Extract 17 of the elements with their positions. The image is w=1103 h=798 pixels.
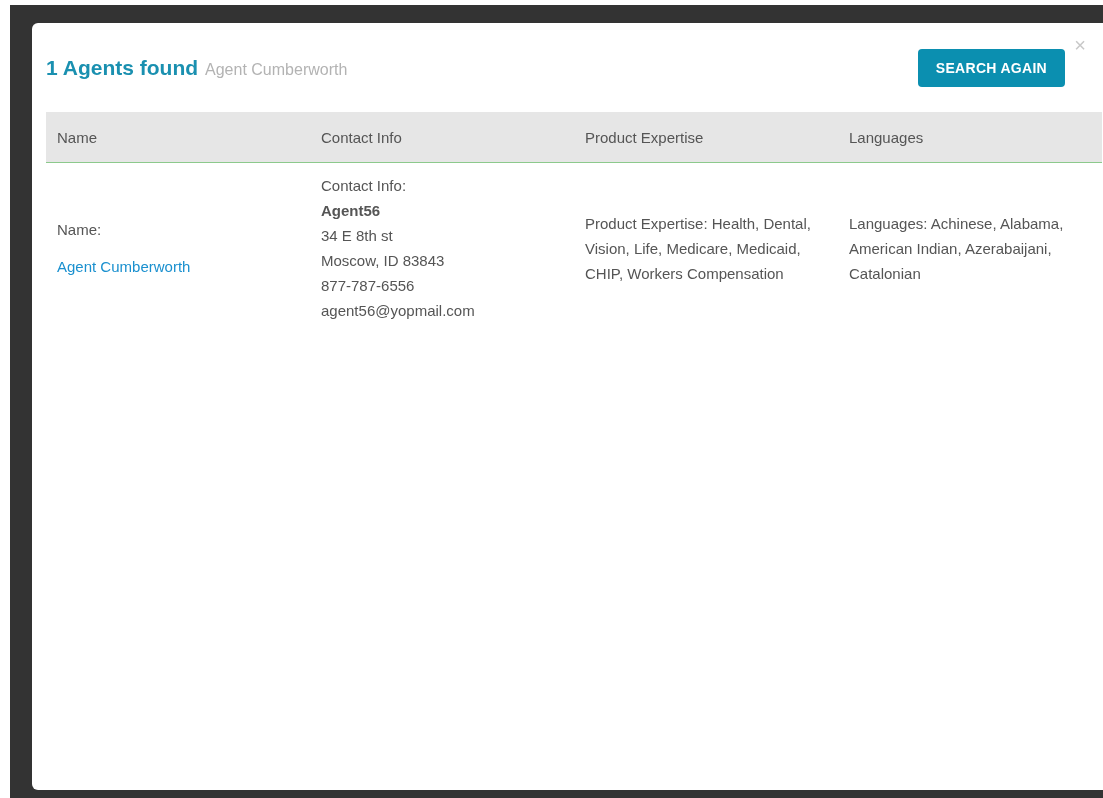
agent-name-link[interactable]: Agent Cumberworth — [57, 254, 191, 279]
results-count-title: 1 Agents found — [46, 55, 199, 80]
agent-id: Agent56 — [321, 201, 381, 221]
contact-line: Moscow, ID 83843 — [321, 251, 445, 271]
column-header: Languages — [838, 112, 1102, 163]
expertise-text: Product Expertise: Health, Dental, Vision, Life, Medicare, Medicaid, CHIP, Workers Compensation — [585, 213, 812, 284]
column-header: Contact Info — [310, 112, 574, 163]
contact-line: 877-787-6556 — [321, 276, 415, 296]
search-term: Agent Cumberworth — [205, 60, 348, 79]
contact-line: agent56@yopmail.com — [321, 301, 475, 321]
contact-line: 34 E 8th st — [321, 226, 393, 246]
column-header: Product Expertise — [574, 112, 838, 163]
languages-text: Languages: Achinese, Alabama, American Indian, Azerabaijani, Catalonian — [849, 213, 1065, 284]
name-label: Name: — [57, 220, 102, 240]
column-header: Name — [46, 112, 310, 163]
contact-label: Contact Info: — [321, 176, 407, 196]
search-again-button[interactable]: SEARCH AGAIN — [917, 48, 1065, 87]
